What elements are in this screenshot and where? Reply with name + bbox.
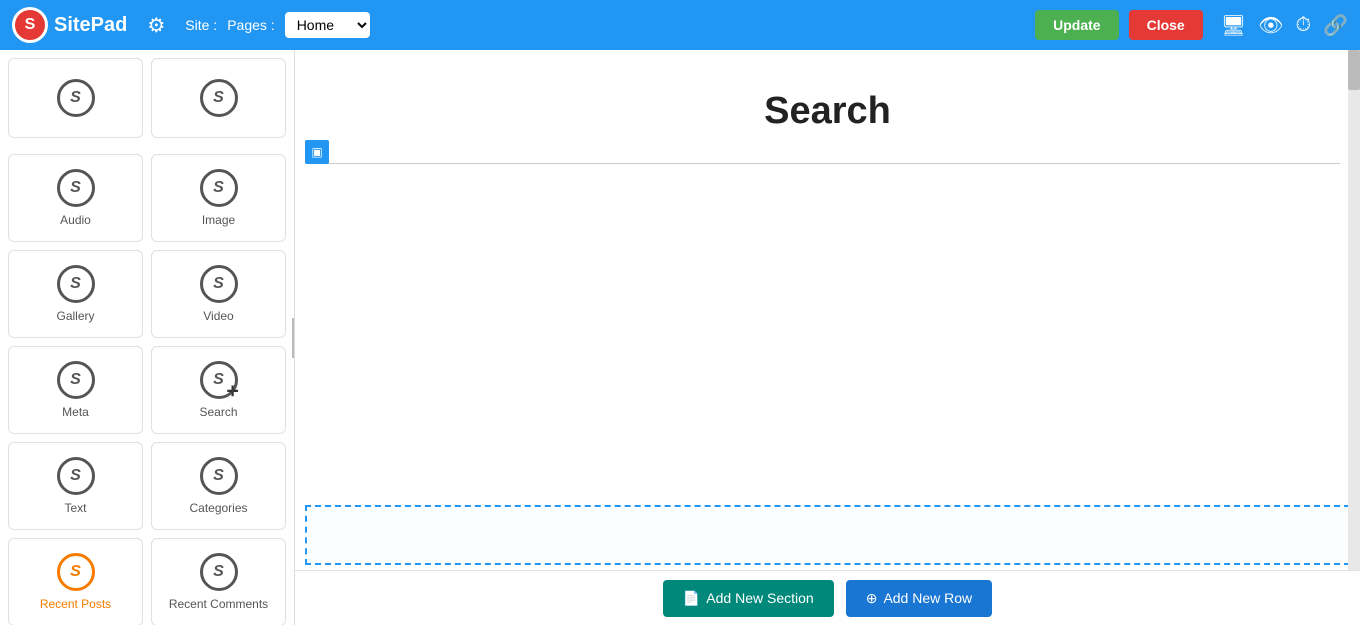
pages-select[interactable]: Home About Contact Blog (285, 12, 370, 38)
recent-posts-label: Recent Posts (40, 597, 111, 611)
categories-icon: S (200, 457, 238, 495)
settings-button[interactable]: ⚙ (147, 13, 165, 38)
drag-cursor-icon: ✛ (227, 383, 239, 400)
header: S SitePad ⚙ Site : Pages : Home About Co… (0, 0, 1360, 50)
widget-meta[interactable]: S Meta (8, 346, 143, 434)
header-icons: 🖥 👁 ⏱ 🔗 (1221, 13, 1348, 38)
add-section-icon: 📄 (683, 590, 700, 607)
sidebar: S S S Audio S Image S Gall (0, 50, 295, 625)
widget-stub-2[interactable]: S (151, 58, 286, 138)
widget-video[interactable]: S Video (151, 250, 286, 338)
bottom-action-bar: 📄 Add New Section ⊕ Add New Row (295, 570, 1360, 625)
preview-icon[interactable]: 👁 (1258, 13, 1283, 38)
close-button[interactable]: Close (1129, 10, 1203, 40)
text-label: Text (64, 501, 86, 515)
widget-audio[interactable]: S Audio (8, 154, 143, 242)
text-icon: S (57, 457, 95, 495)
recent-posts-icon: S (57, 553, 95, 591)
meta-icon: S (57, 361, 95, 399)
widget-stub-1[interactable]: S (8, 58, 143, 138)
widget-categories[interactable]: S Categories (151, 442, 286, 530)
sidebar-widgets-grid: S Audio S Image S Gallery S Video S Meta (0, 146, 294, 625)
logo-area: S SitePad (12, 7, 127, 43)
logo-icon: S (12, 7, 48, 43)
meta-label: Meta (62, 405, 89, 419)
widget-text[interactable]: S Text (8, 442, 143, 530)
canvas-scrollbar-thumb (1348, 50, 1360, 90)
image-icon: S (200, 169, 238, 207)
widget-recent-comments[interactable]: S Recent Comments (151, 538, 286, 625)
widget-stub-1-icon: S (57, 79, 95, 117)
history-icon[interactable]: ⏱ (1295, 14, 1311, 37)
canvas-scrollbar[interactable] (1348, 50, 1360, 625)
video-label: Video (203, 309, 233, 323)
widget-image[interactable]: S Image (151, 154, 286, 242)
canvas-empty-area (295, 164, 1360, 464)
canvas-search-title: Search (295, 50, 1360, 163)
audio-label: Audio (60, 213, 91, 227)
desktop-icon[interactable]: 🖥 (1221, 13, 1246, 38)
audio-icon: S (57, 169, 95, 207)
gallery-icon: S (57, 265, 95, 303)
recent-comments-icon: S (200, 553, 238, 591)
image-label: Image (202, 213, 235, 227)
add-section-label: Add New Section (706, 590, 813, 606)
widget-recent-posts[interactable]: S Recent Posts (8, 538, 143, 625)
recent-comments-label: Recent Comments (169, 597, 268, 611)
widget-stub-2-icon: S (200, 79, 238, 117)
logo-text: SitePad (54, 14, 127, 37)
widget-search[interactable]: S ✛ Search (151, 346, 286, 434)
site-label: Site : (185, 17, 217, 33)
categories-label: Categories (189, 501, 247, 515)
canvas-area: ▣ Search 📄 Add New Section ⊕ Add New Row (295, 50, 1360, 625)
widget-gallery[interactable]: S Gallery (8, 250, 143, 338)
section-block-indicator: ▣ (305, 140, 329, 164)
sidebar-top-stub: S S (0, 50, 294, 146)
main-layout: S S S Audio S Image S Gall (0, 50, 1360, 625)
video-icon: S (200, 265, 238, 303)
add-new-row-button[interactable]: ⊕ Add New Row (846, 580, 992, 617)
search-icon: S ✛ (200, 361, 238, 399)
search-label: Search (199, 405, 237, 419)
gallery-label: Gallery (56, 309, 94, 323)
sitemap-icon[interactable]: 🔗 (1323, 13, 1348, 38)
update-button[interactable]: Update (1035, 10, 1118, 40)
add-new-section-button[interactable]: 📄 Add New Section (663, 580, 834, 617)
canvas-drop-zone[interactable] (305, 505, 1350, 565)
pages-label: Pages : (227, 17, 274, 33)
add-row-icon: ⊕ (866, 590, 878, 607)
add-row-label: Add New Row (883, 590, 972, 606)
